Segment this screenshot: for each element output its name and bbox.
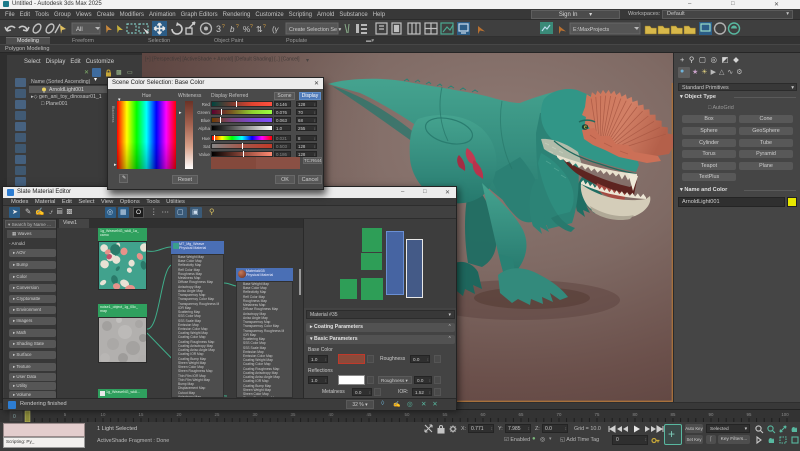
svg-text:25: 25 <box>215 412 220 417</box>
svg-text:E:\MaxProjects: E:\MaxProjects <box>573 27 610 33</box>
svg-text:▾: ▾ <box>306 58 309 64</box>
svg-text:35: 35 <box>291 412 296 417</box>
svg-text:0: 0 <box>13 414 16 420</box>
svg-text:⇅: ⇅ <box>256 25 263 34</box>
svg-text:(𝛾: (𝛾 <box>272 25 280 35</box>
svg-text:55: 55 <box>443 412 448 417</box>
svg-text:All: All <box>76 27 83 33</box>
svg-text:40: 40 <box>329 412 334 417</box>
svg-text:100: 100 <box>781 412 789 417</box>
svg-text:?: ? <box>263 24 266 30</box>
svg-text:b: b <box>230 25 235 34</box>
svg-text:80: 80 <box>633 412 638 417</box>
svg-text:75: 75 <box>595 412 600 417</box>
svg-text:65: 65 <box>519 412 524 417</box>
svg-text:45: 45 <box>367 412 372 417</box>
svg-text:?: ? <box>222 24 225 30</box>
svg-text:60: 60 <box>481 412 486 417</box>
svg-text:70: 70 <box>557 412 562 417</box>
svg-text:50: 50 <box>405 412 410 417</box>
svg-text:85: 85 <box>671 412 676 417</box>
svg-text:95: 95 <box>747 412 752 417</box>
svg-text:?: ? <box>250 24 253 30</box>
svg-text:?: ? <box>236 24 239 30</box>
svg-text:90: 90 <box>709 412 714 417</box>
svg-text:20: 20 <box>177 412 182 417</box>
svg-text:3: 3 <box>216 24 221 34</box>
svg-text:[+] [Perspective] [ActiveShade: [+] [Perspective] [ActiveShade + Arnold]… <box>145 57 300 63</box>
svg-text:10: 10 <box>101 412 106 417</box>
svg-text:15: 15 <box>139 412 144 417</box>
svg-text:Create Selection Se ▾: Create Selection Se ▾ <box>289 27 341 33</box>
svg-text:30: 30 <box>253 412 258 417</box>
